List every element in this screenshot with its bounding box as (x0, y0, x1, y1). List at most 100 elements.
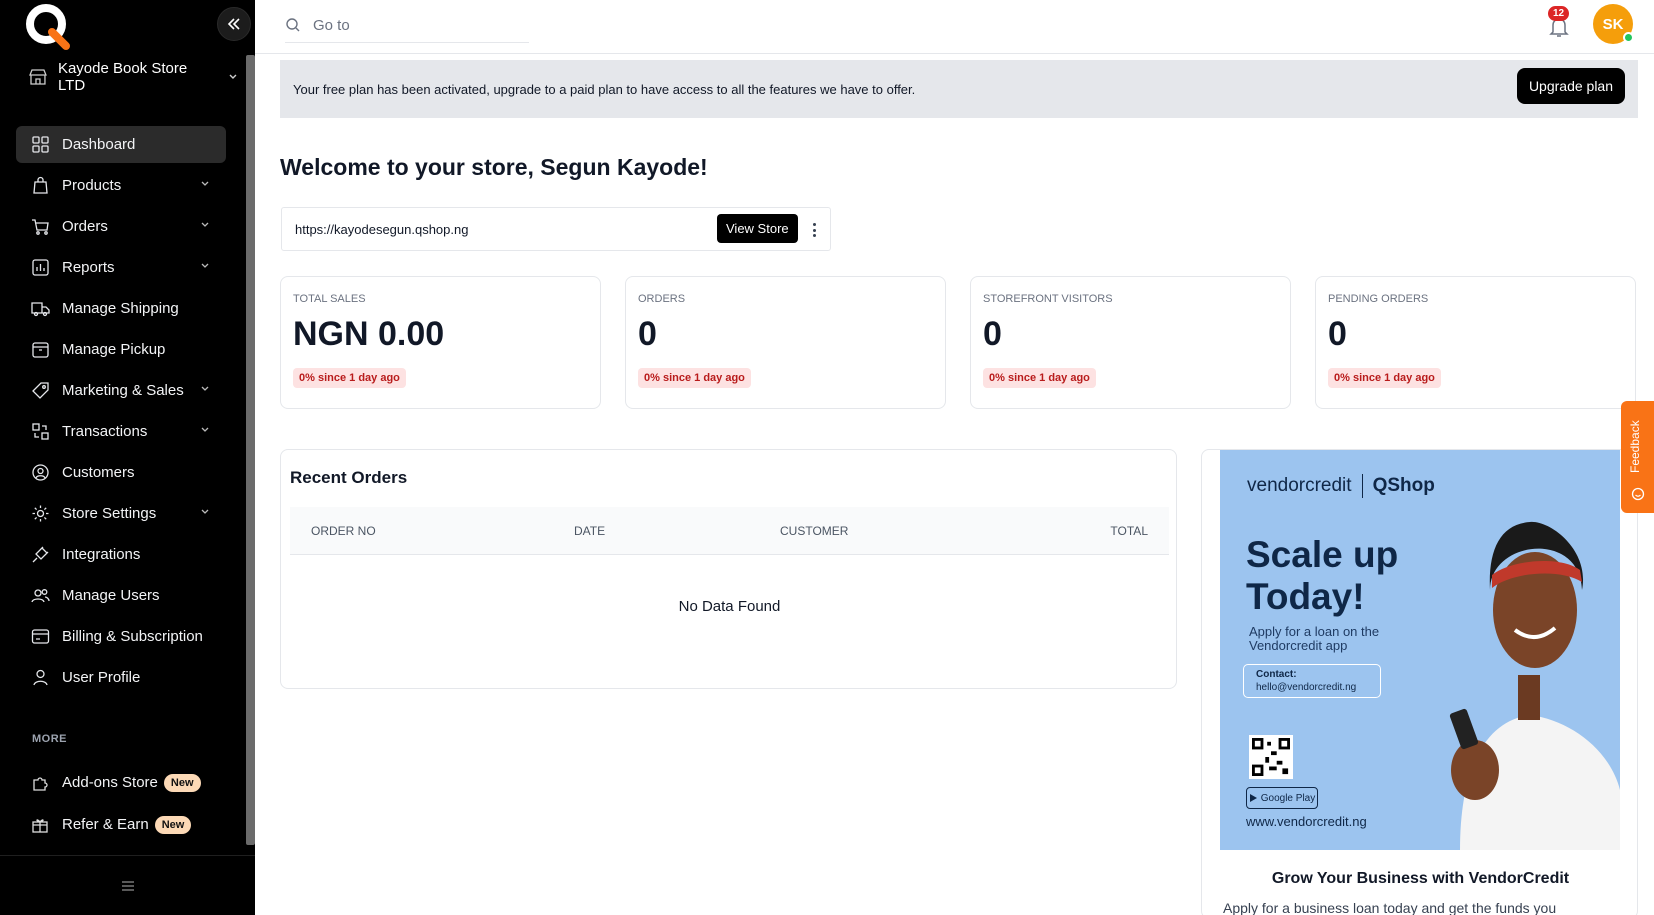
gift-icon (32, 818, 48, 833)
transactions-icon (31, 423, 49, 440)
sidebar-item-marketing-sales[interactable]: Marketing & Sales (16, 372, 226, 409)
sidebar-item-store-settings[interactable]: Store Settings (16, 495, 226, 532)
promo-contact-email: hello@vendorcredit.ng (1256, 682, 1357, 693)
shopping-bag-icon (32, 176, 48, 194)
stat-card-total-sales: TOTAL SALES NGN 0.00 0% since 1 day ago (280, 276, 601, 409)
chevron-down-icon (201, 509, 209, 514)
sidebar-item-orders[interactable]: Orders (16, 208, 226, 245)
sidebar-item-billing-subscription[interactable]: Billing & Subscription (16, 618, 226, 655)
dashboard-icon (31, 136, 49, 153)
column-header-customer[interactable]: CUSTOMER (780, 524, 848, 538)
stat-delta-badge: 0% since 1 day ago (638, 368, 751, 388)
sidebar-item-label: Transactions (62, 423, 148, 440)
plan-banner-text: Your free plan has been activated, upgra… (293, 81, 916, 97)
promo-text: Apply for a business loan today and get … (1223, 900, 1557, 915)
feedback-tab[interactable]: Feedback (1621, 401, 1654, 513)
sidebar-item-label: Marketing & Sales (62, 382, 184, 399)
promo-title: Grow Your Business with VendorCredit (1271, 870, 1570, 887)
sidebar-item-label: Manage Users (62, 587, 160, 604)
stat-value: 0 (983, 315, 1002, 353)
online-status-dot (1623, 32, 1634, 43)
promo-url: www.vendorcredit.ng (1246, 814, 1367, 829)
recent-orders-card: Recent Orders ORDER NO DATE CUSTOMER TOT… (280, 449, 1177, 689)
sidebar-item-manage-users[interactable]: Manage Users (16, 577, 226, 614)
stat-label: TOTAL SALES (293, 293, 366, 305)
search-input[interactable] (313, 16, 513, 34)
sidebar-item-transactions[interactable]: Transactions (16, 413, 226, 450)
double-chevron-left-icon (227, 18, 240, 30)
sidebar-item-label: Products (62, 177, 122, 194)
billing-icon (31, 629, 49, 644)
chevron-down-icon (229, 74, 237, 79)
empty-state-text: No Data Found (678, 598, 781, 615)
plan-banner: Your free plan has been activated, upgra… (280, 60, 1638, 118)
more-options-icon[interactable] (810, 220, 818, 240)
promo-headline: Scale up Today! (1246, 534, 1398, 618)
sidebar-item-label: Billing & Subscription (62, 628, 203, 645)
stat-label: STOREFRONT VISITORS (983, 293, 1113, 305)
menu-icon[interactable] (120, 879, 136, 893)
search-icon (286, 18, 300, 32)
sidebar-item-label: Add-ons Store (62, 774, 158, 791)
stats-row: TOTAL SALES NGN 0.00 0% since 1 day ago … (280, 276, 1638, 409)
sidebar-nav: Dashboard Products Orders Reports Manage Shi… (16, 126, 226, 700)
chevron-down-icon (201, 263, 209, 268)
sidebar-item-label: User Profile (62, 669, 141, 686)
stat-label: PENDING ORDERS (1328, 293, 1429, 305)
sidebar-item-user-profile[interactable]: User Profile (16, 659, 226, 696)
promo-headline-line: Today! (1246, 576, 1365, 617)
sidebar-item-addons-store[interactable]: Add-ons Store New (16, 764, 226, 805)
store-name: Kayode Book Store LTD (57, 60, 188, 94)
topbar: 12 SK (255, 0, 1654, 54)
page-title: Welcome to your store, Segun Kayode! (280, 154, 708, 180)
promo-headline-line: Scale up (1246, 534, 1399, 575)
stat-card-pending-orders: PENDING ORDERS 0 0% since 1 day ago (1315, 276, 1636, 409)
chevron-down-icon (201, 181, 209, 186)
sidebar-item-manage-shipping[interactable]: Manage Shipping (16, 290, 226, 327)
chevron-down-icon (201, 386, 209, 391)
customer-icon (31, 464, 49, 481)
qshop-logo[interactable] (24, 2, 74, 52)
puzzle-icon (33, 776, 48, 791)
vendorcredit-logo: vendorcredit (1247, 475, 1352, 496)
feedback-label: Feedback (1628, 420, 1642, 473)
store-url[interactable]: https://kayodesegun.qshop.ng (295, 222, 468, 237)
sidebar-item-label: Dashboard (62, 136, 136, 153)
store-switcher[interactable]: Kayode Book Store LTD (28, 60, 238, 94)
chevron-down-icon (201, 222, 209, 227)
sidebar: Kayode Book Store LTD Dashboard Products O… (0, 0, 255, 915)
gear-icon (32, 505, 48, 522)
user-icon (32, 669, 48, 686)
column-header-date[interactable]: DATE (574, 524, 605, 538)
collapse-sidebar-button[interactable] (217, 7, 251, 41)
sidebar-item-refer-earn[interactable]: Refer & Earn New (16, 806, 226, 847)
chevron-down-icon (201, 427, 209, 432)
new-badge: New (154, 815, 192, 834)
box-icon (31, 342, 49, 358)
sidebar-footer (0, 855, 255, 915)
stat-value: 0 (1328, 315, 1347, 353)
stat-label: ORDERS (638, 293, 686, 305)
qr-code-icon (1249, 735, 1293, 779)
search-bar[interactable] (285, 8, 529, 43)
cart-icon (31, 219, 49, 235)
upgrade-plan-button[interactable]: Upgrade plan (1516, 68, 1625, 104)
sidebar-scrollbar[interactable] (246, 55, 255, 845)
store-icon (29, 69, 47, 85)
sidebar-item-dashboard[interactable]: Dashboard (16, 126, 226, 163)
plug-icon (32, 546, 48, 563)
stat-delta-badge: 0% since 1 day ago (1328, 368, 1441, 388)
woman-with-phone-illustration (1449, 521, 1620, 850)
sidebar-item-customers[interactable]: Customers (16, 454, 226, 491)
sidebar-item-reports[interactable]: Reports (16, 249, 226, 286)
sidebar-item-label: Store Settings (62, 505, 157, 522)
view-store-button[interactable]: View Store (717, 214, 798, 243)
stat-delta-badge: 0% since 1 day ago (293, 368, 406, 388)
column-header-order-no[interactable]: ORDER NO (311, 524, 376, 538)
sidebar-item-manage-pickup[interactable]: Manage Pickup (16, 331, 226, 368)
promo-image[interactable]: vendorcredit QShop Scale up Today! Apply… (1220, 450, 1620, 850)
sidebar-item-products[interactable]: Products (16, 167, 226, 204)
column-header-total[interactable]: TOTAL (1110, 524, 1148, 538)
users-icon (30, 589, 50, 603)
sidebar-item-integrations[interactable]: Integrations (16, 536, 226, 573)
